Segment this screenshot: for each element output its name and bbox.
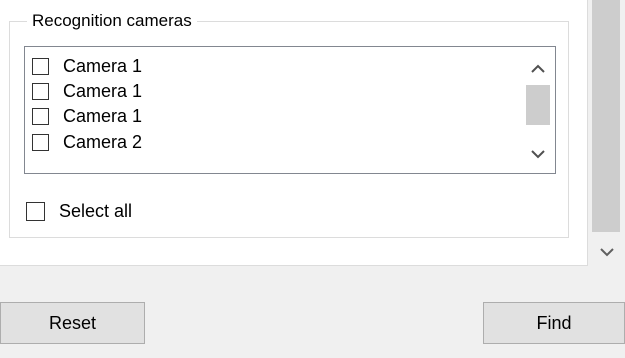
list-item[interactable]: Camera 1 (32, 104, 142, 128)
group-title: Recognition cameras (27, 10, 197, 32)
select-all-checkbox[interactable] (26, 201, 45, 221)
camera-checkbox[interactable] (32, 57, 49, 75)
chevron-down-icon[interactable] (521, 139, 555, 169)
camera-checked-list[interactable]: Camera 1 Camera 1 Camera 1 Camera 2 (24, 46, 556, 174)
chevron-up-icon[interactable] (521, 53, 555, 83)
camera-checkbox[interactable] (32, 107, 49, 125)
list-item[interactable]: Camera 2 (32, 130, 142, 154)
camera-label: Camera 2 (63, 132, 143, 152)
select-all-label: Select all (59, 201, 133, 221)
panel-scroll-thumb[interactable] (592, 0, 620, 232)
select-all-checkbox-row[interactable]: Select all (26, 199, 132, 223)
camera-label: Camera 1 (63, 56, 143, 76)
camera-checkbox[interactable] (32, 133, 49, 151)
reset-button[interactable]: Reset (0, 302, 145, 344)
find-button[interactable]: Find (483, 302, 625, 344)
camera-checkbox[interactable] (32, 82, 49, 100)
scrollable-content-panel: Recognition cameras Camera 1 Camera 1 Ca… (0, 0, 588, 266)
panel-scrollbar[interactable] (588, 0, 625, 266)
camera-filter-panel: Recognition cameras Camera 1 Camera 1 Ca… (0, 0, 625, 358)
camera-label: Camera 1 (63, 106, 143, 126)
list-item[interactable]: Camera 1 (32, 79, 142, 103)
list-scrollbar[interactable] (521, 47, 555, 173)
list-item[interactable]: Camera 1 (32, 54, 142, 78)
chevron-down-icon[interactable] (588, 237, 625, 267)
camera-label: Camera 1 (63, 81, 143, 101)
list-scroll-thumb[interactable] (526, 85, 550, 125)
